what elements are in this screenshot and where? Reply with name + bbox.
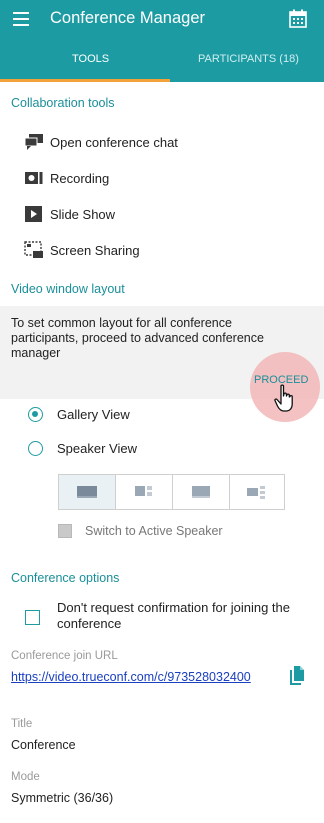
app-header: Conference Manager — [0, 0, 324, 39]
info-text: To set common layout for all conference … — [11, 316, 264, 360]
tab-participants[interactable]: PARTICIPANTS (18) — [198, 53, 299, 65]
screen-share-icon — [24, 241, 43, 258]
tool-label: Screen Sharing — [50, 242, 140, 258]
tab-tools[interactable]: TOOLS — [72, 53, 109, 65]
conference-options-title: Conference options — [11, 571, 120, 585]
tool-label: Recording — [50, 170, 110, 186]
switch-active-speaker: Switch to Active Speaker — [58, 524, 223, 538]
speaker-view-label: Speaker View — [57, 440, 137, 456]
menu-icon[interactable] — [13, 12, 29, 26]
slide-show-button[interactable]: Slide Show — [24, 203, 284, 225]
calendar-icon[interactable] — [288, 9, 308, 29]
mode-label: Mode — [11, 771, 40, 783]
copy-icon[interactable] — [287, 665, 305, 687]
chat-icon — [24, 134, 43, 150]
join-url-link[interactable]: https://video.trueconf.com/c/97352803240… — [11, 669, 251, 685]
video-layout-title: Video window layout — [11, 282, 125, 296]
layout-side-button[interactable] — [116, 475, 173, 509]
title-value: Conference — [11, 738, 76, 752]
mode-value: Symmetric (36/36) — [11, 791, 114, 805]
active-tab-indicator — [0, 79, 170, 82]
switch-active-speaker-label: Switch to Active Speaker — [85, 524, 223, 538]
tool-label: Slide Show — [50, 206, 116, 222]
confirm-checkbox[interactable] — [25, 610, 40, 625]
layout-corner-button[interactable] — [230, 475, 286, 509]
collaboration-title: Collaboration tools — [11, 96, 115, 110]
layout-corner-icon — [247, 486, 265, 499]
layout-full-button[interactable] — [173, 475, 230, 509]
hand-cursor-icon — [274, 384, 293, 412]
gallery-view-label: Gallery View — [57, 406, 130, 422]
layout-selector — [58, 474, 285, 510]
switch-active-speaker-checkbox — [58, 524, 72, 538]
confirm-label: Don't request confirmation for joining t… — [57, 600, 290, 631]
gallery-view-radio[interactable] — [28, 406, 43, 422]
tool-label: Open conference chat — [50, 134, 178, 150]
screen-sharing-button[interactable]: Screen Sharing — [24, 239, 284, 261]
title-label: Title — [11, 718, 33, 730]
tab-bar: TOOLS PARTICIPANTS (18) — [0, 39, 324, 82]
gallery-view-option[interactable]: Gallery View — [28, 404, 130, 424]
open-chat-button[interactable]: Open conference chat — [24, 131, 284, 153]
recording-button[interactable]: Recording — [24, 167, 284, 189]
slideshow-icon — [25, 206, 42, 222]
speaker-view-radio[interactable] — [28, 440, 43, 456]
join-url-label: Conference join URL — [11, 650, 118, 662]
layout-grid-icon — [77, 486, 97, 498]
layout-side-icon — [135, 486, 152, 496]
app-title: Conference Manager — [50, 9, 206, 27]
layout-grid-button[interactable] — [59, 475, 116, 509]
layout-full-icon — [192, 486, 210, 498]
record-icon — [25, 172, 43, 184]
speaker-view-option[interactable]: Speaker View — [28, 438, 137, 458]
